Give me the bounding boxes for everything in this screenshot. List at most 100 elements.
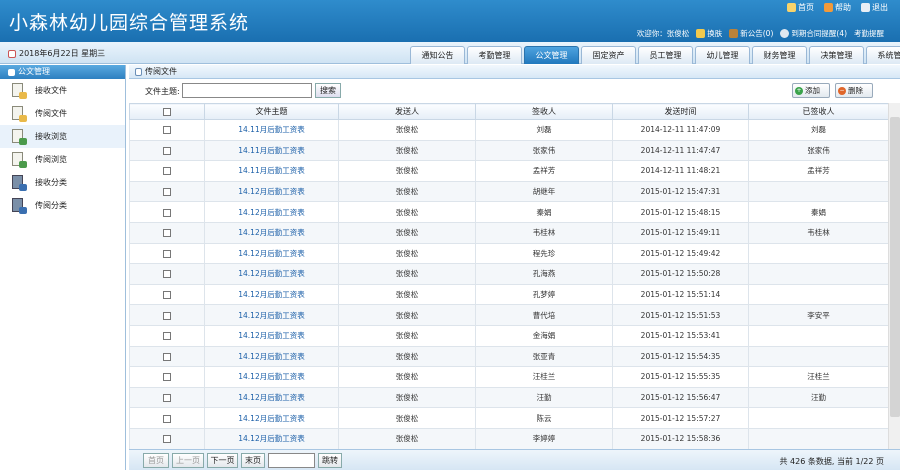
table-row[interactable]: 14.12月后勤工资表 张俊松 孔海燕 2015-01-12 15:50:28 [129, 263, 889, 285]
row-checkbox[interactable] [163, 394, 171, 403]
column-header[interactable]: 发送人 [338, 103, 476, 120]
column-header[interactable]: 文件主题 [204, 103, 339, 120]
row-checkbox[interactable] [163, 167, 171, 176]
table-row[interactable]: 14.11月后勤工资表 张俊松 刘磊 2014-12-11 11:47:09 刘磊 [129, 119, 889, 141]
subject-cell[interactable]: 14.11月后勤工资表 [204, 139, 339, 162]
row-checkbox[interactable] [163, 373, 171, 382]
tab-assets[interactable]: 固定资产 [581, 46, 636, 64]
subject-cell[interactable]: 14.12月后勤工资表 [204, 221, 339, 244]
prev-page-button[interactable]: 上一页 [172, 453, 204, 468]
row-checkbox[interactable] [163, 188, 171, 197]
first-page-button[interactable]: 首页 [143, 453, 169, 468]
subject-cell[interactable]: 14.11月后勤工资表 [204, 119, 339, 141]
subject-cell[interactable]: 14.12月后勤工资表 [204, 324, 339, 347]
row-select-cell[interactable] [129, 366, 205, 388]
row-checkbox[interactable] [163, 270, 171, 279]
sidebar-item-circulate-browse[interactable]: 传阅浏览 [0, 148, 125, 171]
subject-cell[interactable]: 14.12月后勤工资表 [204, 283, 339, 306]
row-select-cell[interactable] [129, 139, 205, 162]
table-row[interactable]: 14.11月后勤工资表 张俊松 张家伟 2014-12-11 11:47:47 张家伟 [129, 139, 889, 162]
subject-cell[interactable]: 14.12月后勤工资表 [204, 345, 339, 368]
row-checkbox[interactable] [163, 249, 171, 258]
row-select-cell[interactable] [129, 201, 205, 223]
subject-cell[interactable]: 14.12月后勤工资表 [204, 180, 339, 203]
row-select-cell[interactable] [129, 242, 205, 265]
row-checkbox[interactable] [163, 332, 171, 341]
table-row[interactable]: 14.12月后勤工资表 张俊松 汪桂兰 2015-01-12 15:55:35 汪桂兰 [129, 366, 889, 388]
search-input[interactable] [182, 83, 312, 98]
row-checkbox[interactable] [163, 208, 171, 217]
sidebar-item-receive-category[interactable]: 接收分类 [0, 171, 125, 194]
tab-finance[interactable]: 财务管理 [752, 46, 807, 64]
tab-decision[interactable]: 决策管理 [809, 46, 864, 64]
subject-cell[interactable]: 14.11月后勤工资表 [204, 160, 339, 182]
tab-system[interactable]: 系统管理 [866, 46, 900, 64]
row-checkbox[interactable] [163, 126, 171, 135]
table-row[interactable]: 14.12月后勤工资表 张俊松 陈云 2015-01-12 15:57:27 [129, 407, 889, 429]
tab-notice[interactable]: 通知公告 [410, 46, 465, 64]
column-header[interactable]: 发送时间 [612, 103, 749, 120]
row-select-cell[interactable] [129, 180, 205, 203]
table-row[interactable]: 14.11月后勤工资表 张俊松 孟祥芳 2014-12-11 11:48:21 孟祥芳 [129, 160, 889, 182]
row-select-cell[interactable] [129, 345, 205, 368]
tab-staff[interactable]: 员工管理 [638, 46, 693, 64]
row-select-cell[interactable] [129, 304, 205, 326]
subject-cell[interactable]: 14.12月后勤工资表 [204, 407, 339, 429]
table-row[interactable]: 14.12月后勤工资表 张俊松 孔梦婷 2015-01-12 15:51:14 [129, 283, 889, 306]
subject-cell[interactable]: 14.12月后勤工资表 [204, 304, 339, 326]
row-checkbox[interactable] [163, 352, 171, 361]
contract-link[interactable]: 到期合同提醒(4) [780, 28, 847, 39]
search-button[interactable]: 搜索 [315, 83, 341, 98]
add-button[interactable]: + 添加 [792, 83, 830, 98]
row-checkbox[interactable] [163, 146, 171, 155]
row-select-cell[interactable] [129, 427, 205, 449]
table-row[interactable]: 14.12月后勤工资表 张俊松 李婷婷 2015-01-12 15:58:36 [129, 427, 889, 449]
row-select-cell[interactable] [129, 263, 205, 285]
row-select-cell[interactable] [129, 324, 205, 347]
row-checkbox[interactable] [163, 435, 171, 444]
subject-cell[interactable]: 14.12月后勤工资表 [204, 201, 339, 223]
table-row[interactable]: 14.12月后勤工资表 张俊松 秦娟 2015-01-12 15:48:15 秦娟 [129, 201, 889, 223]
table-row[interactable]: 14.12月后勤工资表 张俊松 胡继年 2015-01-12 15:47:31 [129, 180, 889, 203]
row-select-cell[interactable] [129, 221, 205, 244]
next-page-button[interactable]: 下一页 [207, 453, 238, 468]
column-header[interactable]: 已签收人 [748, 103, 889, 120]
subject-cell[interactable]: 14.12月后勤工资表 [204, 242, 339, 265]
subject-cell[interactable]: 14.12月后勤工资表 [204, 427, 339, 449]
select-all-checkbox[interactable] [163, 107, 171, 116]
table-row[interactable]: 14.12月后勤工资表 张俊松 金海娟 2015-01-12 15:53:41 [129, 324, 889, 347]
scrollbar-thumb[interactable] [890, 117, 900, 417]
table-row[interactable]: 14.12月后勤工资表 张俊松 程先珍 2015-01-12 15:49:42 [129, 242, 889, 265]
row-checkbox[interactable] [163, 291, 171, 300]
subject-cell[interactable]: 14.12月后勤工资表 [204, 263, 339, 285]
subject-cell[interactable]: 14.12月后勤工资表 [204, 366, 339, 388]
row-checkbox[interactable] [163, 414, 171, 423]
row-select-cell[interactable] [129, 119, 205, 141]
tab-documents[interactable]: 公文管理 [524, 46, 579, 64]
sidebar-item-receive-browse[interactable]: 接收浏览 [0, 125, 125, 148]
row-select-cell[interactable] [129, 283, 205, 306]
table-row[interactable]: 14.12月后勤工资表 张俊松 韦桂林 2015-01-12 15:49:11 韦桂林 [129, 221, 889, 244]
vertical-scrollbar[interactable] [888, 103, 900, 449]
subject-cell[interactable]: 14.12月后勤工资表 [204, 386, 339, 409]
tab-attendance[interactable]: 考勤管理 [467, 46, 522, 64]
tab-children[interactable]: 幼儿管理 [695, 46, 750, 64]
sidebar-item-circulate-files[interactable]: 传阅文件 [0, 102, 125, 125]
last-page-button[interactable]: 末页 [241, 453, 265, 468]
help-link[interactable]: 帮助 [824, 2, 851, 13]
table-row[interactable]: 14.12月后勤工资表 张俊松 汪勤 2015-01-12 15:56:47 汪勤 [129, 386, 889, 409]
row-checkbox[interactable] [163, 311, 171, 320]
row-select-cell[interactable] [129, 160, 205, 182]
go-page-button[interactable]: 跳转 [318, 453, 342, 468]
row-checkbox[interactable] [163, 229, 171, 238]
row-select-cell[interactable] [129, 407, 205, 429]
row-select-cell[interactable] [129, 386, 205, 409]
table-row[interactable]: 14.12月后勤工资表 张俊松 张亚青 2015-01-12 15:54:35 [129, 345, 889, 368]
sidebar-item-receive-files[interactable]: 接收文件 [0, 79, 125, 102]
sidebar-item-circulate-category[interactable]: 传阅分类 [0, 194, 125, 217]
notice-link[interactable]: 新公告(0) [729, 28, 773, 39]
table-row[interactable]: 14.12月后勤工资表 张俊松 曹代培 2015-01-12 15:51:53 李安平 [129, 304, 889, 326]
select-all-header[interactable] [129, 103, 205, 120]
home-link[interactable]: 首页 [787, 2, 814, 13]
column-header[interactable]: 签收人 [475, 103, 613, 120]
